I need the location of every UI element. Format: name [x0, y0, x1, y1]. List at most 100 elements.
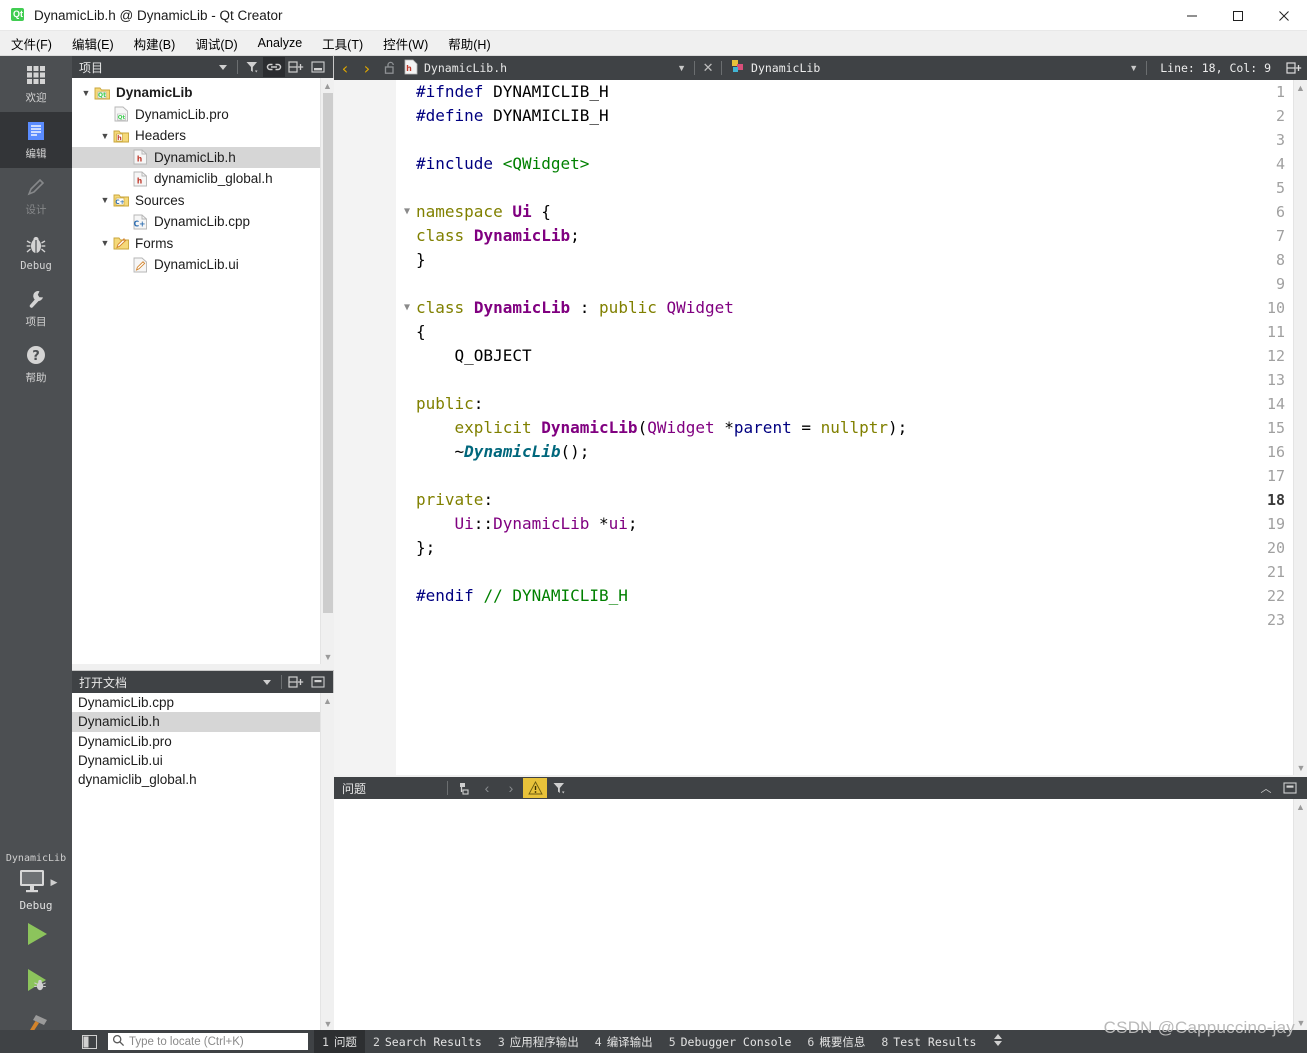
nav-back-icon[interactable]: ‹ [334, 59, 356, 78]
scroll-up-icon[interactable]: ▲ [1294, 799, 1307, 814]
unlocked-icon[interactable] [378, 61, 402, 75]
output-tab-编译输出[interactable]: 4 编译输出 [587, 1030, 661, 1053]
scroll-up-icon[interactable]: ▲ [321, 693, 334, 708]
tree-item-dynamiclib-cpp[interactable]: C+ DynamicLib.cpp [72, 211, 320, 233]
document-lines-icon [25, 119, 47, 143]
open-document-item[interactable]: DynamicLib.ui [72, 751, 320, 770]
nav-prev-icon[interactable]: ‹ [475, 778, 499, 798]
filter-dropdown-icon[interactable] [212, 57, 234, 77]
output-tab-问题[interactable]: 1 问题 [314, 1030, 365, 1053]
output-tab-概要信息[interactable]: 6 概要信息 [799, 1030, 873, 1053]
fold-margin[interactable] [396, 80, 418, 775]
tree-item-dynamiclib-h[interactable]: h DynamicLib.h [72, 146, 320, 168]
code-token: public [599, 298, 657, 317]
editor-file-chip[interactable]: h DynamicLib.h [404, 59, 507, 78]
output-tab-label: 应用程序输出 [509, 1034, 579, 1049]
search-input[interactable]: Type to locate (Ctrl+K) [108, 1033, 308, 1050]
scroll-down-icon[interactable]: ▼ [321, 649, 335, 664]
run-button[interactable] [0, 912, 72, 958]
warning-filter-icon[interactable] [523, 778, 547, 798]
open-document-item[interactable]: DynamicLib.pro [72, 732, 320, 751]
output-tab-test-results[interactable]: 8 Test Results [873, 1030, 984, 1053]
search-icon [112, 1034, 125, 1050]
menu-help[interactable]: 帮助(H) [439, 32, 499, 55]
filter-icon[interactable] [241, 57, 263, 77]
output-tab-debugger-console[interactable]: 5 Debugger Console [661, 1030, 800, 1053]
menu-build[interactable]: 构建(B) [125, 32, 185, 55]
tree-item-forms[interactable]: ▼ Forms [72, 233, 320, 255]
menu-file[interactable]: 文件(F) [2, 32, 61, 55]
mode-help[interactable]: ? 帮助 [0, 336, 72, 392]
chevron-down-icon[interactable]: ▼ [97, 238, 113, 248]
mode-edit[interactable]: 编辑 [0, 112, 72, 168]
split-add-icon[interactable] [285, 672, 307, 692]
kit-selector[interactable]: ▶ [0, 867, 72, 898]
scroll-down-icon[interactable]: ▼ [321, 1016, 335, 1031]
nav-forward-icon[interactable]: › [356, 59, 378, 78]
project-tree-scrollbar[interactable]: ▲ ▼ [320, 78, 334, 664]
issues-list[interactable] [334, 799, 1293, 1030]
close-icon[interactable]: ✕ [698, 60, 718, 76]
chevron-down-icon[interactable]: ▼ [97, 131, 113, 141]
collapse-up-icon[interactable]: ︿ [1254, 778, 1278, 798]
chevron-down-icon[interactable]: ▼ [97, 195, 113, 205]
link-sync-icon[interactable] [263, 57, 285, 77]
scroll-down-icon[interactable]: ▼ [1294, 760, 1307, 775]
filter-icon[interactable] [547, 778, 571, 798]
fold-marker-icon[interactable]: ▼ [400, 200, 414, 224]
split-add-icon[interactable] [1281, 61, 1307, 75]
code-token: parent [733, 418, 792, 437]
editor-area: ‹ › h DynamicLib.h ▼ ✕ DynamicLib ▼ Line… [334, 56, 1307, 775]
tree-item-dynamiclib-global-h[interactable]: h dynamiclib_global.h [72, 168, 320, 190]
issues-scrollbar[interactable]: ▲ ▼ [1293, 799, 1307, 1030]
collapse-pane-icon[interactable] [307, 57, 329, 77]
chevron-down-icon[interactable]: ▼ [677, 63, 686, 73]
minimize-icon[interactable] [1169, 0, 1215, 31]
close-pane-icon[interactable] [307, 672, 329, 692]
mode-welcome[interactable]: 欢迎 [0, 56, 72, 112]
scroll-down-icon[interactable]: ▼ [1294, 1015, 1307, 1030]
open-document-item[interactable]: DynamicLib.cpp [72, 693, 320, 712]
menu-tools[interactable]: 工具(T) [313, 32, 372, 55]
open-document-item[interactable]: dynamiclib_global.h [72, 770, 320, 789]
nav-next-icon[interactable]: › [499, 778, 523, 798]
tree-item-headers[interactable]: ▼ h Headers [72, 125, 320, 147]
menu-edit[interactable]: 编辑(E) [63, 32, 123, 55]
open-document-item[interactable]: DynamicLib.h [72, 712, 320, 732]
menu-widgets[interactable]: 控件(W) [374, 32, 437, 55]
editor-symbol-chip[interactable]: DynamicLib [731, 59, 820, 77]
dropdown-icon[interactable] [256, 672, 278, 692]
scrollbar-thumb[interactable] [323, 93, 333, 613]
split-add-icon[interactable] [285, 57, 307, 77]
output-tab-应用程序输出[interactable]: 3 应用程序输出 [490, 1030, 587, 1053]
fold-marker-icon[interactable]: ▼ [400, 296, 414, 320]
up-down-arrows-icon[interactable] [992, 1032, 1004, 1051]
clear-icon[interactable] [451, 778, 475, 798]
close-icon[interactable] [1261, 0, 1307, 31]
kit-project-name: DynamicLib [5, 853, 67, 864]
symbol-chevron-down-icon[interactable]: ▼ [1129, 63, 1138, 73]
scroll-up-icon[interactable]: ▲ [1294, 80, 1307, 95]
editor-scrollbar[interactable]: ▲ ▼ [1293, 80, 1307, 775]
debug-button[interactable] [0, 958, 72, 1004]
scroll-up-icon[interactable]: ▲ [321, 78, 334, 93]
mode-debug[interactable]: Debug [0, 224, 72, 280]
output-tab-search-results[interactable]: 2 Search Results [365, 1030, 490, 1053]
menu-analyze[interactable]: Analyze [249, 34, 311, 52]
mode-projects[interactable]: 项目 [0, 280, 72, 336]
chevron-down-icon[interactable]: ▼ [78, 88, 94, 98]
project-tree-pane: 项目 ▼ Qt DynamicLib Qt DynamicLib.pro ▼ h… [72, 56, 334, 664]
tree-item-sources[interactable]: ▼ C+ Sources [72, 190, 320, 212]
tree-item-dynamiclib-pro[interactable]: Qt DynamicLib.pro [72, 104, 320, 126]
open-documents-scrollbar[interactable]: ▲ ▼ [320, 693, 334, 1031]
code-editor[interactable]: 1 #ifndef DYNAMICLIB_H 2 #define DYNAMICLIB… [334, 80, 1293, 775]
code-token: ( [637, 418, 648, 437]
tree-item-dynamiclib-ui[interactable]: DynamicLib.ui [72, 254, 320, 276]
line-number: 15 [1266, 419, 1285, 437]
sidebar-toggle-icon[interactable] [78, 1033, 100, 1050]
mode-design[interactable]: 设计 [0, 168, 72, 224]
maximize-icon[interactable] [1215, 0, 1261, 31]
menu-debug[interactable]: 调试(D) [186, 32, 246, 55]
close-pane-icon[interactable] [1278, 778, 1302, 798]
tree-item-dynamiclib[interactable]: ▼ Qt DynamicLib [72, 82, 320, 104]
